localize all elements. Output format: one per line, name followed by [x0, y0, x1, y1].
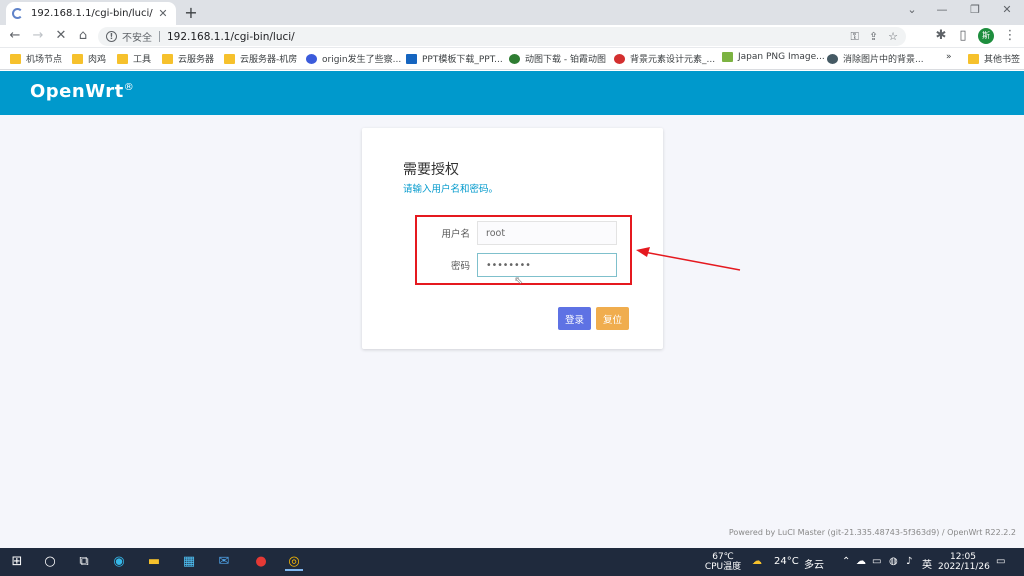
folder-icon [117, 53, 128, 64]
tab-title: 192.168.1.1/cgi-bin/luci/ [31, 8, 153, 19]
cloud-icon[interactable]: ☁ [856, 556, 866, 567]
battery-icon[interactable]: ▭ [872, 556, 881, 567]
back-icon[interactable]: ← [7, 28, 23, 44]
weather-desc[interactable]: 多云 [804, 556, 824, 571]
browser-tab[interactable]: 192.168.1.1/cgi-bin/luci/ ✕ [6, 2, 176, 25]
weather-temp[interactable]: 24°C [774, 556, 799, 567]
bookmark-item[interactable]: 云服务器 [162, 52, 214, 65]
bookmark-item[interactable]: 动图下载 - 铂霞动图 [509, 52, 606, 65]
tab-close-icon[interactable]: ✕ [156, 7, 170, 20]
bookmarks-bar: 机场节点 肉鸡 工具 云服务器 云服务器-机房 origin发生了些察... P… [0, 48, 1024, 70]
folder-icon [72, 53, 83, 64]
bookmark-item[interactable]: 云服务器-机房 [224, 52, 297, 65]
folder-icon [968, 53, 979, 64]
bookmark-item[interactable]: Japan PNG Image... [722, 52, 825, 62]
mouse-cursor-icon: ⇖ [514, 274, 524, 287]
ime-indicator[interactable]: 英 [922, 556, 932, 571]
gif-site-icon [509, 53, 520, 64]
login-card: 需要授权 请输入用户名和密码。 用户名 密码 登录 复位 [362, 128, 663, 349]
pinterest-icon [614, 53, 625, 64]
warning-icon[interactable]: ! [106, 31, 117, 42]
cpu-temp-widget[interactable]: 67℃ CPU温度 [704, 552, 742, 572]
login-title: 需要授权 [403, 162, 459, 178]
profile-avatar[interactable]: 斯 [978, 28, 994, 44]
username-label: 用户名 [441, 229, 470, 240]
window-close-icon[interactable]: ✕ [992, 3, 1022, 16]
paw-icon [306, 53, 317, 64]
bookmark-item[interactable]: 肉鸡 [72, 52, 106, 65]
taskbar: ⊞ ○ ⧉ ◉ ▬ ▦ ✉ ● ◎ 67℃ CPU温度 ☁ 24°C 多云 ⌃ … [0, 548, 1024, 576]
edge-browser-icon[interactable]: ◉ [110, 553, 128, 571]
url-text[interactable]: 192.168.1.1/cgi-bin/luci/ [167, 31, 841, 43]
network-icon[interactable]: ◍ [889, 556, 898, 567]
bookmark-item[interactable]: origin发生了些察... [306, 52, 401, 65]
loading-spinner-icon [12, 8, 23, 19]
folder-icon [162, 53, 173, 64]
task-view-icon[interactable]: ⧉ [75, 553, 93, 571]
login-hint: 请输入用户名和密码。 [403, 184, 499, 195]
notification-icon[interactable]: ▭ [996, 556, 1005, 567]
forward-icon[interactable]: → [30, 28, 46, 44]
tray-expand-icon[interactable]: ⌃ [842, 556, 850, 567]
bookmark-item[interactable]: 消除图片中的背景... [827, 52, 924, 65]
annotation-arrow-icon [636, 247, 741, 271]
menu-icon[interactable]: ⋮ [1002, 28, 1018, 44]
bookmarks-overflow-button[interactable]: » [946, 52, 952, 62]
bookmark-item[interactable]: 其他书签 [968, 52, 1020, 65]
username-input[interactable] [477, 221, 617, 245]
new-tab-icon[interactable]: + [182, 3, 200, 22]
stop-loading-icon[interactable]: ✕ [53, 28, 69, 44]
insecure-label[interactable]: 不安全 [122, 29, 152, 44]
password-input[interactable] [477, 253, 617, 277]
share-icon[interactable]: ⇪ [869, 30, 878, 43]
store-icon[interactable]: ▦ [180, 553, 198, 571]
username-row: 用户名 [422, 221, 617, 245]
layers-icon [827, 53, 838, 64]
clock[interactable]: 12:05 2022/11/26 [938, 552, 990, 572]
browser-tab-strip: 192.168.1.1/cgi-bin/luci/ ✕ + ⌄ — ❐ ✕ [0, 0, 1024, 25]
side-panel-icon[interactable]: ▯ [955, 28, 971, 44]
png-site-icon [722, 52, 733, 62]
bookmark-item[interactable]: 机场节点 [10, 52, 62, 65]
password-label: 密码 [450, 261, 470, 272]
search-icon[interactable]: ○ [41, 553, 59, 571]
tab-search-icon[interactable]: ⌄ [897, 3, 927, 16]
folder-icon [10, 53, 21, 64]
minimize-icon[interactable]: — [927, 3, 957, 16]
home-icon[interactable]: ⌂ [75, 28, 91, 44]
ppt-site-icon [406, 53, 417, 64]
restore-icon[interactable]: ❐ [960, 3, 990, 16]
folder-icon [224, 53, 235, 64]
bookmark-item[interactable]: 背景元素设计元素_... [614, 52, 715, 65]
app-header: OpenWrt® [0, 71, 1024, 115]
reset-button[interactable]: 复位 [596, 307, 630, 330]
omnibox-divider [159, 31, 160, 42]
file-explorer-icon[interactable]: ▬ [145, 553, 163, 571]
app-record-icon[interactable]: ● [252, 553, 270, 571]
login-button[interactable]: 登录 [558, 307, 592, 330]
windows-start-icon[interactable]: ⊞ [8, 553, 26, 571]
volume-icon[interactable]: ♪ [906, 556, 912, 567]
browser-toolbar: ← → ✕ ⌂ ! 不安全 192.168.1.1/cgi-bin/luci/ … [0, 25, 1024, 48]
weather-icon[interactable]: ☁ [752, 556, 762, 567]
chrome-icon[interactable]: ◎ [285, 553, 303, 571]
footer-credit: Powered by LuCI Master (git-21.335.48743… [728, 528, 1016, 537]
brand-logo[interactable]: OpenWrt® [30, 81, 134, 102]
bookmark-item[interactable]: PPT模板下载_PPT... [406, 52, 503, 65]
mail-icon[interactable]: ✉ [215, 553, 233, 571]
address-bar[interactable]: ! 不安全 192.168.1.1/cgi-bin/luci/ ⚿ ⇪ ☆ [98, 27, 906, 46]
page-body: 需要授权 请输入用户名和密码。 用户名 密码 登录 复位 ⇖ Powered b… [0, 115, 1024, 548]
extensions-icon[interactable]: ✱ [933, 28, 949, 44]
key-icon[interactable]: ⚿ [851, 30, 859, 44]
bookmark-item[interactable]: 工具 [117, 52, 151, 65]
bookmark-star-icon[interactable]: ☆ [888, 30, 898, 43]
